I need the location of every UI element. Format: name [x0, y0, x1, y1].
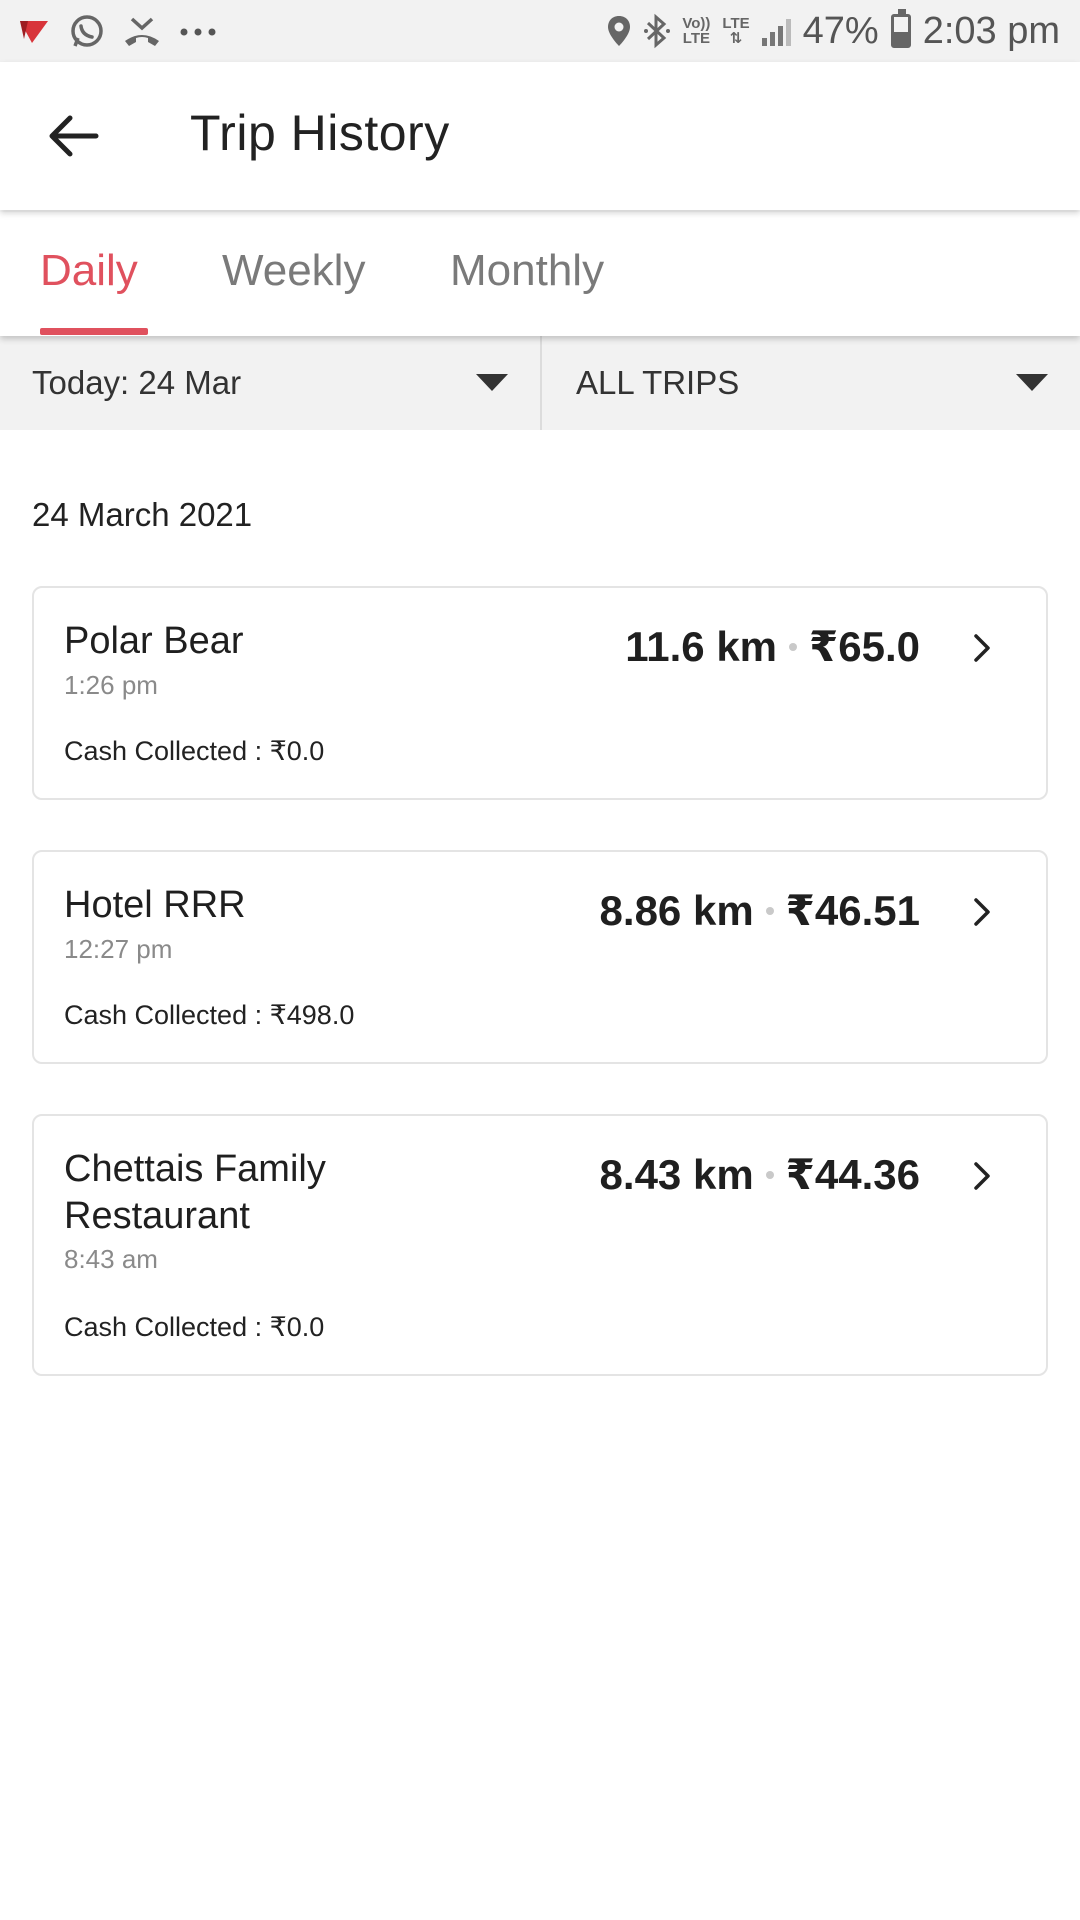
airtel-flag-icon: [18, 17, 52, 47]
chevron-right-icon[interactable]: [962, 628, 1002, 668]
trip-type-filter-dropdown[interactable]: ALL TRIPS: [542, 336, 1080, 430]
filter-bar: Today: 24 Mar ALL TRIPS: [0, 336, 1080, 430]
status-time: 2:03 pm: [922, 9, 1060, 52]
tab-daily[interactable]: Daily: [40, 246, 138, 336]
active-tab-indicator: [40, 328, 148, 335]
trip-name: Hotel RRR: [64, 884, 246, 926]
separator-dot: [765, 1170, 774, 1179]
volte-icon: Vo)) LTE: [682, 16, 710, 46]
trip-time: 8:43 am: [64, 1244, 158, 1274]
period-tabs: Daily Weekly Monthly: [0, 212, 1080, 336]
chevron-right-icon[interactable]: [962, 1156, 1002, 1196]
trip-fare: ₹46.51: [785, 887, 920, 934]
battery-icon: [890, 9, 911, 48]
chevron-right-icon[interactable]: [962, 892, 1002, 932]
trip-cash-collected: Cash Collected : ₹0.0: [64, 736, 325, 766]
trip-name: Polar Bear: [64, 620, 244, 662]
trip-card[interactable]: Hotel RRR 12:27 pm Cash Collected : ₹498…: [32, 850, 1048, 1064]
whatsapp-icon: [68, 13, 106, 51]
date-filter-label: Today: 24 Mar: [32, 364, 242, 401]
status-bar-left: [18, 12, 218, 52]
missed-call-icon: [122, 15, 162, 49]
trip-name-line2: Restaurant: [64, 1195, 250, 1237]
trip-cash-collected: Cash Collected : ₹0.0: [64, 1312, 325, 1342]
page-title: Trip History: [190, 105, 450, 161]
trip-name: Chettais Family Restaurant: [64, 1146, 326, 1240]
status-bar-right: Vo)) LTE LTE ⇅ 47% 2:03 pm: [606, 8, 1060, 54]
separator-dot: [765, 906, 774, 915]
lte-icon: LTE ⇅: [722, 15, 750, 47]
trip-name-line1: Chettais Family: [64, 1148, 326, 1190]
app-bar: Trip History: [0, 62, 1080, 210]
trip-distance: 11.6 km: [625, 622, 778, 670]
trip-distance: 8.86 km: [599, 886, 754, 934]
tab-monthly[interactable]: Monthly: [450, 246, 604, 336]
status-bar: Vo)) LTE LTE ⇅ 47% 2:03 pm: [0, 0, 1080, 62]
lte-label: LTE: [722, 15, 750, 32]
back-button[interactable]: [40, 102, 108, 170]
trip-metrics: 8.86 km ₹46.51: [600, 886, 920, 935]
trip-card[interactable]: Polar Bear 1:26 pm Cash Collected : ₹0.0…: [32, 586, 1048, 800]
battery-percent: 47%: [802, 9, 879, 52]
arrow-left-icon: [49, 115, 99, 157]
volte-line2: LTE: [682, 30, 710, 47]
trip-time: 12:27 pm: [64, 934, 173, 964]
signal-icon: [761, 16, 791, 46]
caret-down-icon: [476, 374, 508, 391]
trip-metrics: 8.43 km ₹44.36: [600, 1150, 920, 1199]
trip-cash-collected: Cash Collected : ₹498.0: [64, 1000, 355, 1030]
more-dots-icon: [178, 27, 218, 37]
trip-type-filter-label: ALL TRIPS: [576, 364, 740, 401]
trip-metrics: 11.6 km ₹65.0: [625, 622, 920, 671]
date-filter-dropdown[interactable]: Today: 24 Mar: [0, 336, 540, 430]
trip-distance: 8.43 km: [599, 1150, 754, 1198]
trip-time: 1:26 pm: [64, 670, 158, 700]
bluetooth-icon: [644, 13, 671, 49]
caret-down-icon: [1016, 374, 1048, 391]
separator-dot: [789, 642, 798, 651]
trip-fare: ₹44.36: [785, 1151, 920, 1198]
trip-fare: ₹65.0: [809, 623, 920, 670]
trip-card[interactable]: Chettais Family Restaurant 8:43 am Cash …: [32, 1114, 1048, 1376]
battery-fill: [893, 31, 908, 45]
location-icon: [606, 14, 632, 48]
tab-weekly[interactable]: Weekly: [222, 246, 365, 336]
date-heading: 24 March 2021: [32, 496, 253, 533]
